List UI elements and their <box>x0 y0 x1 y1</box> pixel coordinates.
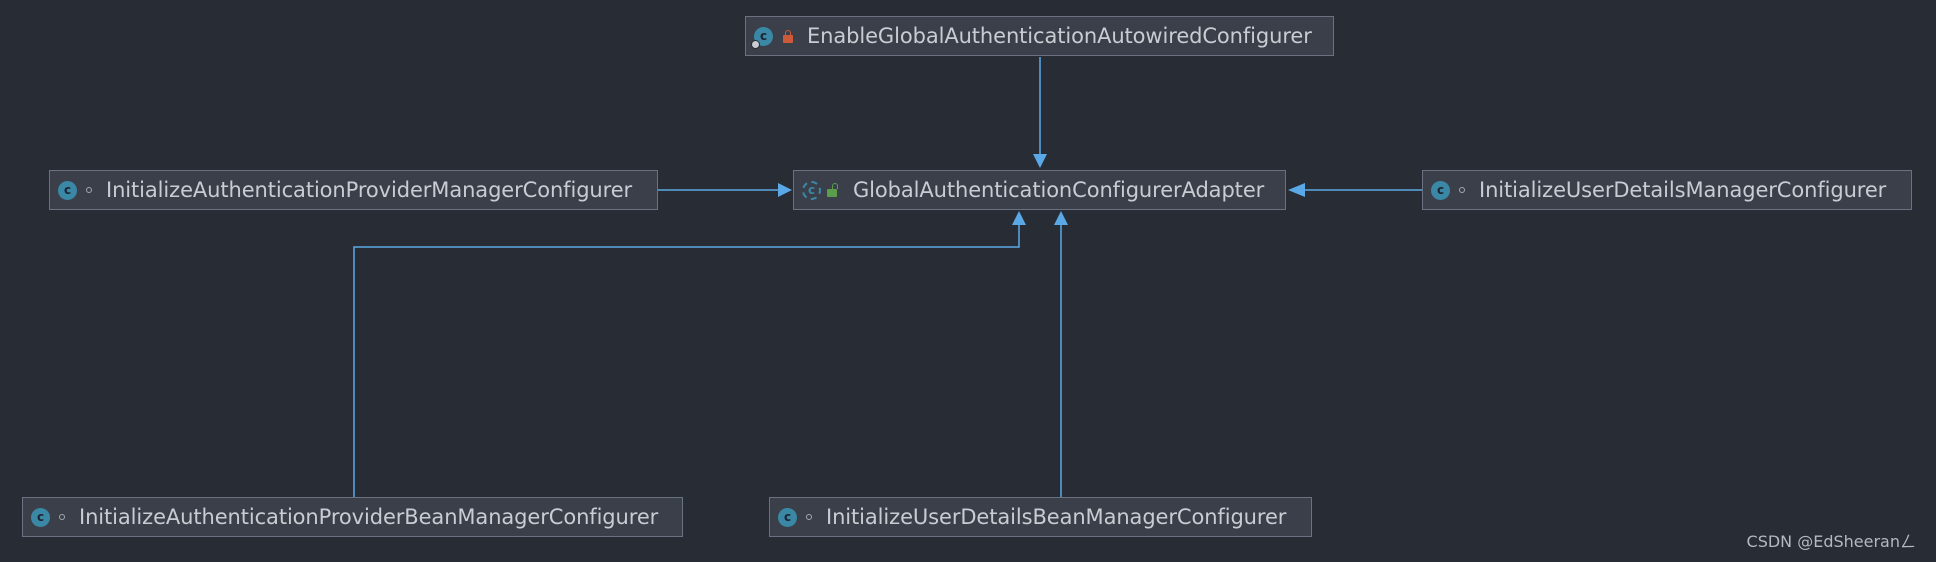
class-name: EnableGlobalAuthenticationAutowiredConfi… <box>807 24 1312 48</box>
uml-diagram-canvas: c EnableGlobalAuthenticationAutowiredCon… <box>0 0 1936 562</box>
arrowhead-enable <box>1033 154 1047 168</box>
class-node-initialize-authentication-provider-bean-manager-configurer[interactable]: c InitializeAuthenticationProviderBeanMa… <box>22 497 683 537</box>
public-open-lock-icon <box>827 182 838 197</box>
class-node-global-authentication-configurer-adapter[interactable]: c GlobalAuthenticationConfigurerAdapter <box>793 170 1286 210</box>
class-node-initialize-authentication-provider-manager-configurer[interactable]: c InitializeAuthenticationProviderManage… <box>49 170 658 210</box>
class-icon: c <box>31 507 50 527</box>
watermark-text: CSDN @EdSheeranㄥ <box>1746 532 1916 551</box>
class-with-badge-icon: c <box>751 26 773 49</box>
class-node-initialize-user-details-manager-configurer[interactable]: c InitializeUserDetailsManagerConfigurer <box>1422 170 1912 210</box>
arrowhead-userdetails <box>1288 183 1305 197</box>
class-name: InitializeUserDetailsBeanManagerConfigur… <box>826 505 1287 529</box>
package-private-icon <box>86 187 92 193</box>
arrowhead-provider <box>778 183 792 197</box>
package-private-icon <box>806 514 812 520</box>
class-icon: c <box>778 507 797 527</box>
arrowhead-providerbean <box>1012 211 1026 225</box>
class-node-initialize-user-details-bean-manager-configurer[interactable]: c InitializeUserDetailsBeanManagerConfig… <box>769 497 1312 537</box>
class-node-enable-global-authentication-autowired-configurer[interactable]: c EnableGlobalAuthenticationAutowiredCon… <box>745 16 1334 56</box>
class-icon: c <box>58 180 77 200</box>
private-lock-icon <box>783 29 793 43</box>
class-name: InitializeAuthenticationProviderManagerC… <box>106 178 633 202</box>
inheritance-edges <box>353 57 1422 497</box>
package-private-icon <box>1459 187 1465 193</box>
class-icon: c <box>1431 180 1450 200</box>
class-name: GlobalAuthenticationConfigurerAdapter <box>853 178 1265 202</box>
edge-providerbean-to-adapter <box>353 225 1020 497</box>
abstract-class-icon: c <box>802 180 821 200</box>
package-private-icon <box>59 514 65 520</box>
class-name: InitializeAuthenticationProviderBeanMana… <box>79 505 659 529</box>
arrowhead-userdetailsbean <box>1054 211 1068 225</box>
class-name: InitializeUserDetailsManagerConfigurer <box>1479 178 1887 202</box>
